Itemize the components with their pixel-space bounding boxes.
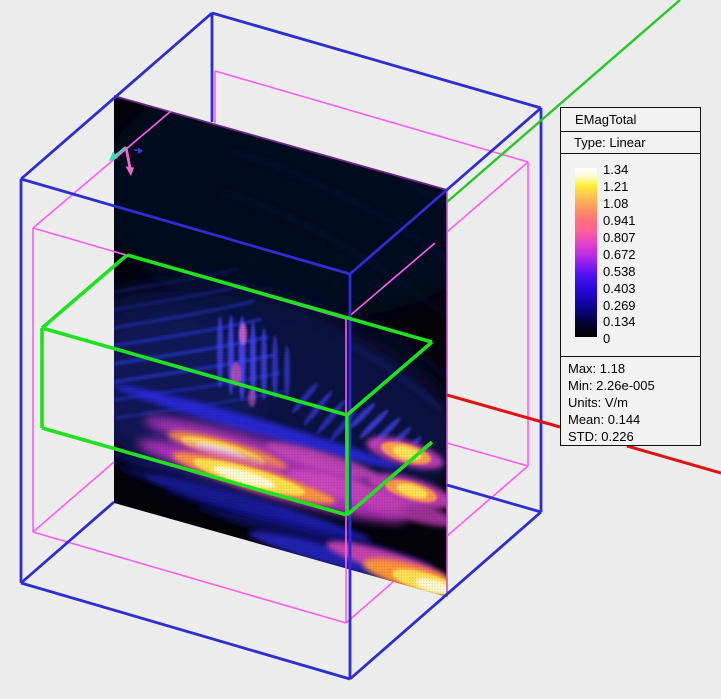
colorbar-tick: 1.21 bbox=[603, 179, 629, 195]
colorbar-tick: 0.538 bbox=[603, 263, 636, 279]
colorbar-tick: 0.941 bbox=[603, 213, 636, 229]
colorbar-tick: 1.08 bbox=[603, 196, 629, 212]
legend-stat-line: Units: V/m bbox=[568, 395, 628, 410]
colorbar-tick: 0.403 bbox=[603, 280, 636, 296]
3d-viewport[interactable]: EMagTotal Type: Linear 1.34 1.21 1.08 0.941… bbox=[0, 0, 721, 699]
colorbar-tick: 0.269 bbox=[603, 297, 636, 313]
colorbar-tick: 0.672 bbox=[603, 246, 636, 262]
legend-stat-line: STD: 0.226 bbox=[568, 429, 634, 444]
legend-type-label: Type: Linear bbox=[561, 132, 700, 154]
legend-stat-line: Max: 1.18 bbox=[568, 361, 626, 376]
colorbar-tick: 0.807 bbox=[603, 230, 636, 245]
legend-title: EMagTotal bbox=[561, 108, 700, 132]
legend-panel: EMagTotal Type: Linear 1.34 1.21 1.08 0.941… bbox=[560, 107, 701, 446]
legend-stats: Max: 1.18 Min: 2.26e-005 Units: V/m Mean: 0… bbox=[568, 360, 693, 445]
legend-separator bbox=[561, 356, 700, 357]
legend-stat-line: Min: 2.26e-005 bbox=[568, 378, 655, 393]
colorbar bbox=[575, 168, 597, 337]
colorbar-tick-labels: 1.34 1.21 1.08 0.941 0.807 0.672 0.538 0.403 0.2… bbox=[603, 162, 693, 348]
colorbar-tick: 1.34 bbox=[603, 162, 629, 178]
colorbar-tick: 0 bbox=[603, 331, 611, 347]
legend-stat-line: Mean: 0.144 bbox=[568, 412, 641, 427]
colorbar-tick: 0.134 bbox=[603, 314, 636, 330]
